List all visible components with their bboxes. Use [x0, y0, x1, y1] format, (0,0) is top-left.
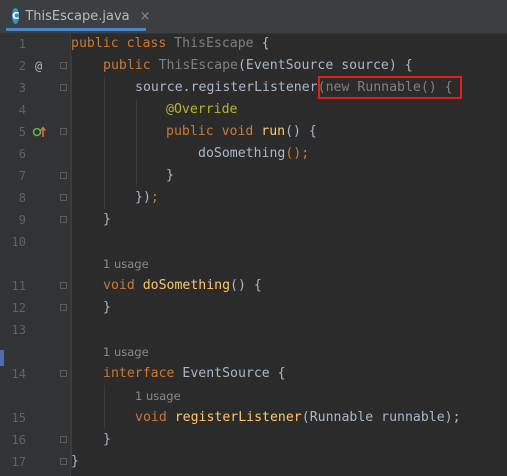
code-text: }	[103, 212, 111, 227]
code-line: 6 doSomething();	[0, 143, 507, 165]
code-line: 8 }); });	[0, 187, 507, 209]
fold-icon[interactable]	[60, 304, 67, 311]
line-number: 13	[11, 323, 26, 337]
line-number: 17	[11, 455, 26, 469]
code-line: 16 }	[0, 429, 507, 451]
line-number: 4	[18, 103, 26, 117]
fold-icon[interactable]	[60, 216, 67, 223]
line-number: 9	[18, 213, 26, 227]
code-line: 4 @Override	[0, 99, 507, 121]
code-line: 13	[0, 319, 507, 341]
code-line: 2 @ public ThisEscape(EventSource source…	[0, 55, 507, 77]
code-text: }	[71, 454, 79, 469]
line-number: 5	[18, 125, 26, 139]
code-text: }	[103, 432, 111, 447]
line-number: 7	[18, 169, 26, 183]
code-line: 7 }	[0, 165, 507, 187]
fold-icon[interactable]	[60, 458, 67, 465]
annotation-marker-icon[interactable]: @	[35, 55, 42, 77]
highlight-box	[318, 76, 462, 99]
code-line: 12 }	[0, 297, 507, 319]
fold-icon[interactable]	[60, 62, 67, 69]
line-number: 1	[18, 37, 26, 51]
line-number: 12	[11, 301, 26, 315]
line-number: 15	[11, 411, 26, 425]
code-text: public void run() {	[166, 124, 317, 139]
code-text: public class ThisEscape {	[71, 36, 270, 51]
code-line: 14 interface EventSource {	[0, 363, 507, 385]
line-number: 16	[11, 433, 26, 447]
fold-icon[interactable]	[60, 194, 67, 201]
fold-icon[interactable]	[60, 84, 67, 91]
usage-hint[interactable]: 1 usage	[135, 385, 181, 407]
code-line: 17 }	[0, 451, 507, 473]
code-text: });	[135, 190, 159, 205]
code-line: 10	[0, 231, 507, 253]
usage-hint[interactable]: 1 usage	[103, 253, 149, 275]
fold-icon[interactable]	[60, 172, 67, 179]
line-number: 2	[18, 59, 26, 73]
line-number: 3	[18, 81, 26, 95]
line-number: 11	[11, 279, 26, 293]
code-line: 5 public void run() {	[0, 121, 507, 143]
line-number: 6	[18, 147, 26, 161]
fold-icon[interactable]	[60, 436, 67, 443]
code-text: interface EventSource {	[103, 366, 286, 381]
line-number: 14	[11, 367, 26, 381]
implementation-marker-icon[interactable]	[32, 121, 48, 143]
line-number: 10	[11, 235, 26, 249]
code-text: void registerListener(Runnable runnable)…	[135, 410, 461, 425]
code-line: 1 public class ThisEscape {	[0, 33, 507, 55]
fold-icon[interactable]	[60, 128, 67, 135]
line-number: 8	[18, 191, 26, 205]
code-text: @Override	[166, 102, 238, 117]
code-text: public ThisEscape(EventSource source) {	[103, 58, 413, 73]
code-text: }	[166, 168, 174, 183]
code-text: void doSomething() {	[103, 278, 262, 293]
code-text: doSomething();	[198, 146, 310, 161]
code-line: 11 void doSomething() {	[0, 275, 507, 297]
code-line: 15 void registerListener(Runnable runnab…	[0, 407, 507, 429]
usage-hint[interactable]: 1 usage	[103, 341, 149, 363]
code-line: 9 }	[0, 209, 507, 231]
code-text: }	[103, 300, 111, 315]
code-editor[interactable]: 1 public class ThisEscape { 2 @ public T…	[0, 0, 507, 476]
fold-icon[interactable]	[60, 282, 67, 289]
fold-icon[interactable]	[60, 370, 67, 377]
